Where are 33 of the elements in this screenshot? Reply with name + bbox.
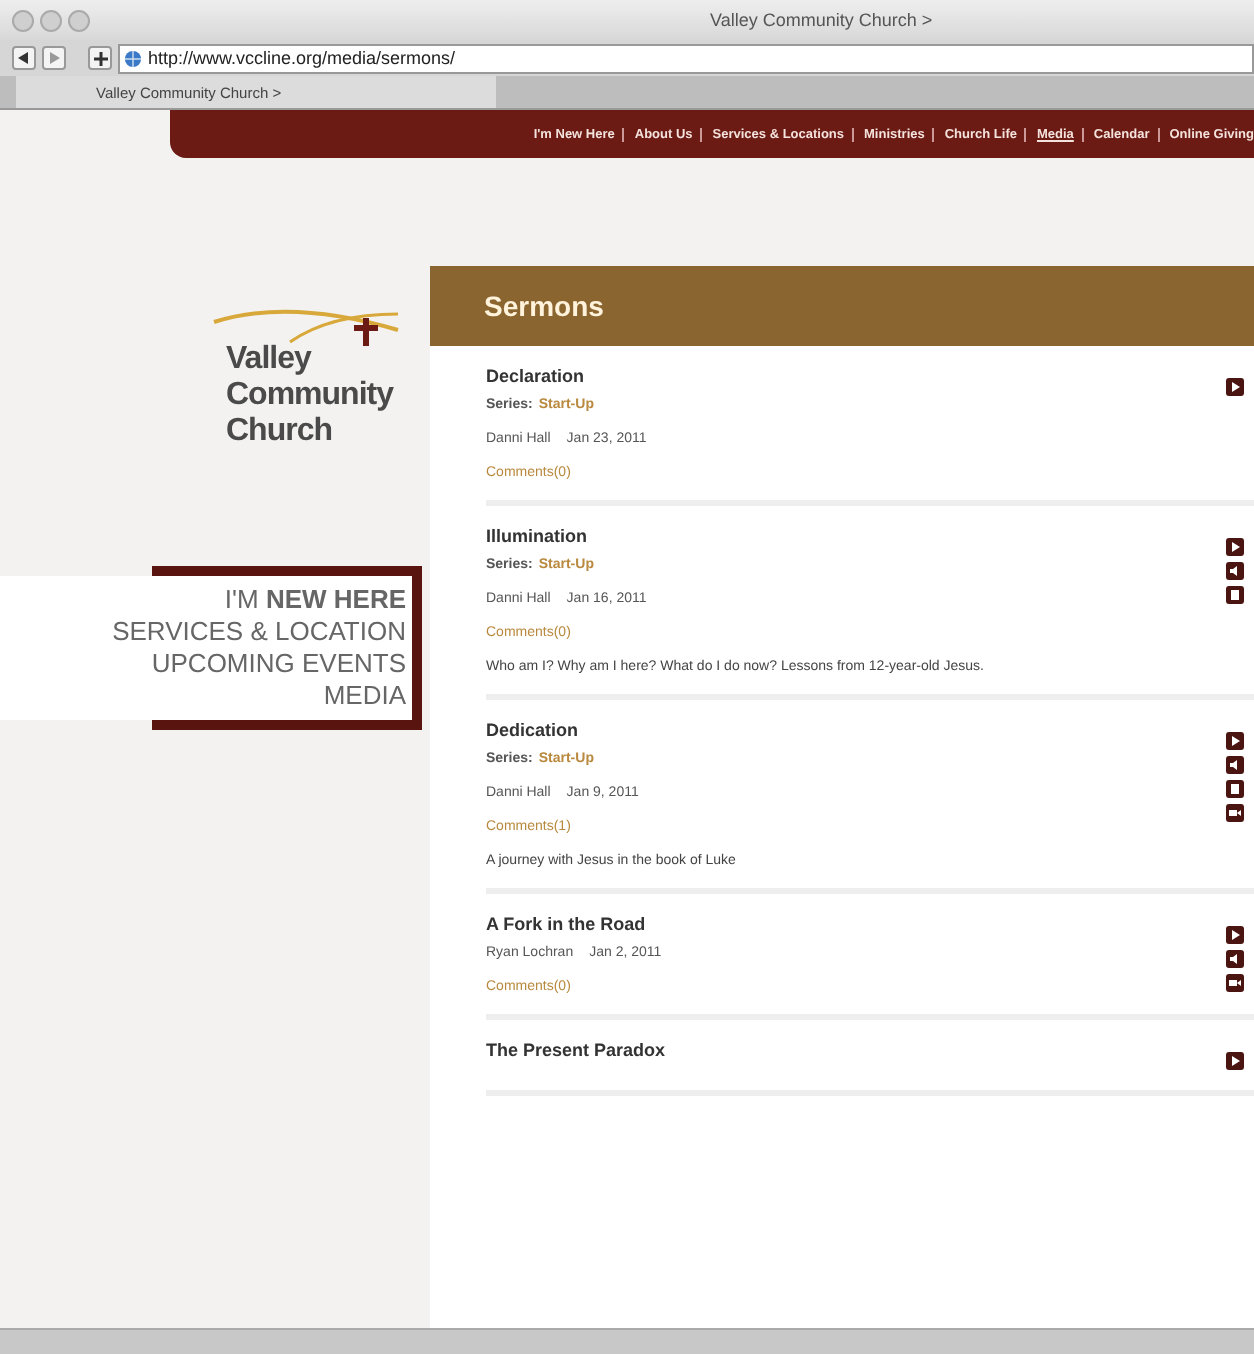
back-arrow-icon [18, 52, 30, 64]
promo-menu-link[interactable]: UPCOMING EVENTS [151, 648, 406, 680]
sermon-title[interactable]: The Present Paradox [486, 1040, 666, 1060]
sermon-title[interactable]: Illumination [486, 526, 587, 546]
play-icon[interactable] [1226, 1052, 1244, 1070]
play-icon[interactable] [1226, 538, 1244, 556]
logo-text: Church [226, 414, 332, 450]
add-bookmark-button[interactable] [88, 46, 112, 70]
forward-arrow-icon [48, 52, 60, 64]
globe-icon [124, 49, 142, 67]
video-icon[interactable] [1226, 974, 1244, 992]
sermon-title[interactable]: Dedication [486, 720, 579, 740]
document-icon[interactable] [1226, 586, 1244, 604]
window-title: Valley Community Church > [710, 10, 933, 30]
promo-menu-link[interactable]: I'M NEW HERE [224, 584, 406, 616]
play-icon[interactable] [1226, 378, 1244, 396]
document-icon[interactable] [1226, 780, 1244, 798]
back-button[interactable] [12, 46, 36, 70]
speaker-icon[interactable] [1226, 562, 1244, 580]
play-icon[interactable] [1226, 926, 1244, 944]
sermon-title[interactable]: Declaration [486, 366, 585, 386]
sermon-title[interactable]: A Fork in the Road [486, 914, 646, 934]
promo-menu-link[interactable]: SERVICES & LOCATION [112, 616, 406, 648]
promo-menu-link[interactable]: MEDIA [323, 680, 406, 712]
logo-text: Valley [226, 342, 311, 378]
logo-text: Community [226, 378, 393, 414]
address-field[interactable]: http://www.vccline.org/media/sermons/ [118, 43, 1254, 73]
section-header: Sermons [430, 266, 1254, 346]
speaker-icon[interactable] [1226, 756, 1244, 774]
speaker-icon[interactable] [1226, 950, 1244, 968]
video-icon[interactable] [1226, 804, 1244, 822]
plus-icon [93, 51, 107, 65]
play-icon[interactable] [1226, 732, 1244, 750]
